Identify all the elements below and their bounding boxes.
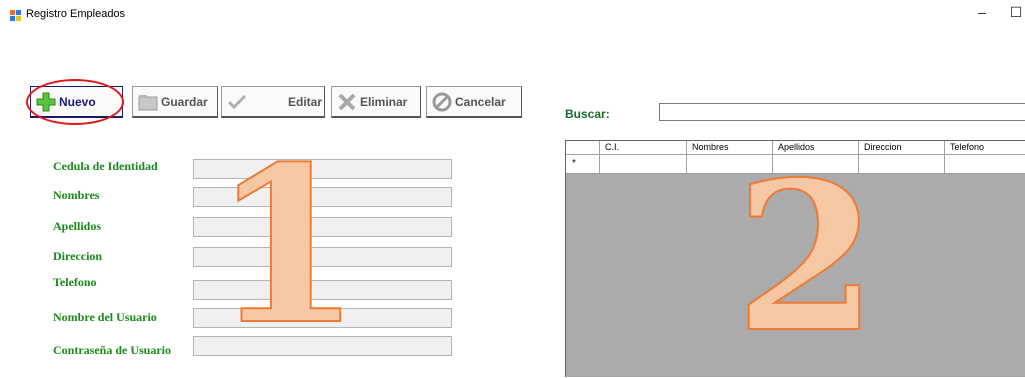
minimize-button[interactable]: – bbox=[972, 4, 992, 20]
new-row-marker: * bbox=[566, 155, 600, 173]
label-contrasena: Contraseña de Usuario bbox=[53, 343, 172, 357]
highlight-circle bbox=[26, 79, 124, 125]
cancel-icon bbox=[431, 91, 453, 113]
window-title: Registro Empleados bbox=[26, 8, 126, 20]
cancelar-button[interactable]: Cancelar bbox=[426, 86, 522, 118]
eliminar-button[interactable]: Eliminar bbox=[331, 86, 421, 118]
cell-ci[interactable] bbox=[600, 155, 687, 173]
check-icon bbox=[226, 91, 248, 113]
label-cedula: Cedula de Identidad bbox=[53, 159, 158, 173]
col-telefono[interactable]: Telefono bbox=[945, 141, 1025, 154]
x-icon bbox=[336, 91, 358, 113]
label-direccion: Direccion bbox=[53, 249, 103, 263]
col-ci[interactable]: C.I. bbox=[600, 141, 687, 154]
row-header-corner bbox=[566, 141, 600, 154]
search-label: Buscar: bbox=[565, 107, 610, 121]
app-icon bbox=[10, 10, 21, 21]
search-input[interactable] bbox=[659, 103, 1025, 121]
maximize-button[interactable]: ☐ bbox=[1006, 4, 1025, 21]
label-telefono: Telefono bbox=[53, 275, 97, 289]
guardar-button[interactable]: Guardar bbox=[132, 86, 218, 118]
save-icon bbox=[137, 91, 159, 113]
label-nombres: Nombres bbox=[53, 188, 100, 202]
overlay-number-2: 2 bbox=[734, 138, 879, 378]
label-apellidos: Apellidos bbox=[53, 219, 102, 233]
overlay-number-1: 1 bbox=[211, 119, 363, 372]
editar-button[interactable]: Editar bbox=[221, 86, 325, 118]
label-usuario: Nombre del Usuario bbox=[53, 310, 157, 324]
cell-telefono[interactable] bbox=[945, 155, 1025, 173]
